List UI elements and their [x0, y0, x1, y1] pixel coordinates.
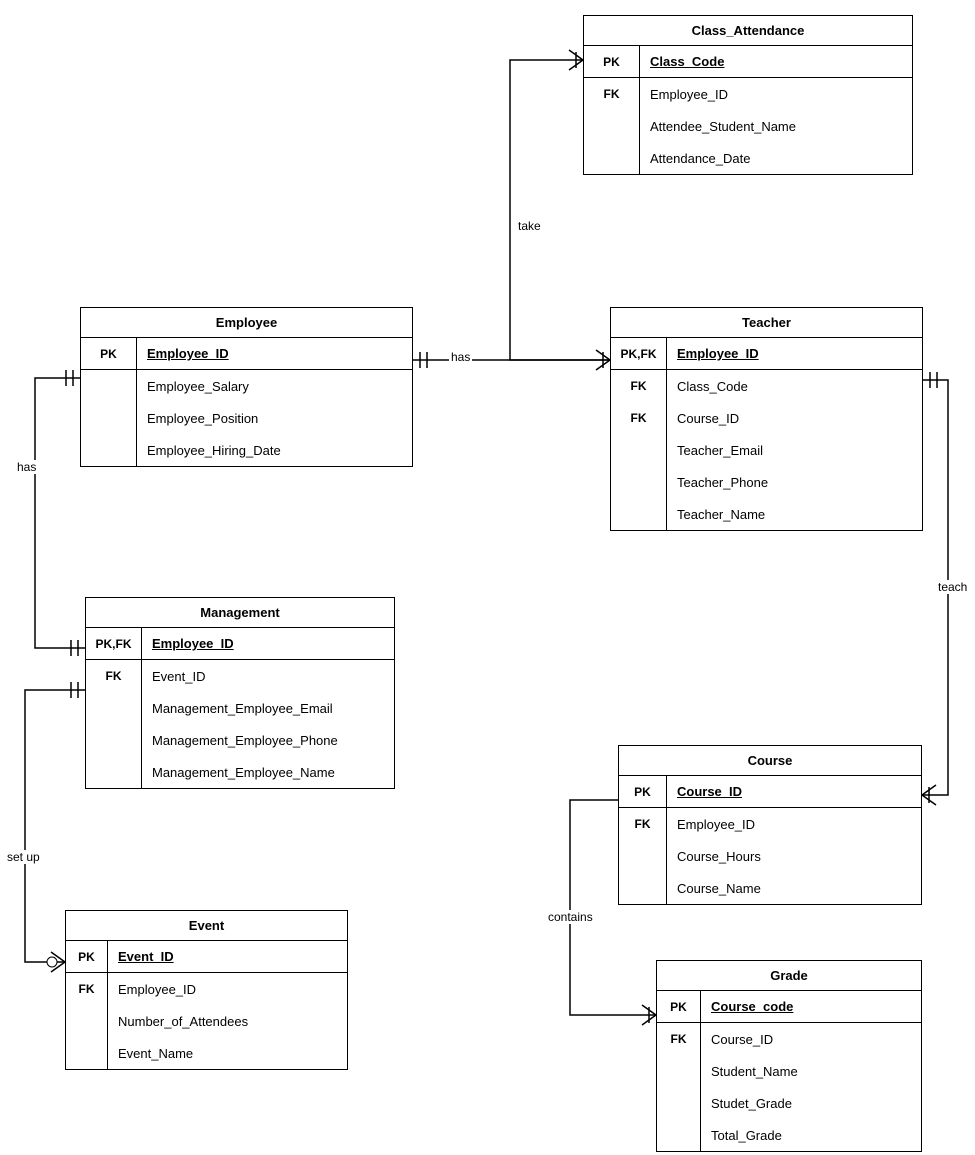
key-cell [81, 402, 136, 434]
attr-cell: Management_Employee_Name [142, 756, 394, 788]
key-cell: FK [619, 808, 666, 840]
attr-cell: Studet_Grade [701, 1087, 921, 1119]
key-cell [584, 110, 639, 142]
key-cell: PK,FK [86, 628, 141, 660]
attr-cell: Student_Name [701, 1055, 921, 1087]
key-cell [619, 840, 666, 872]
attr-cell: Employee_ID [667, 808, 921, 840]
key-cell: PK [584, 46, 639, 78]
entity-title: Teacher [611, 308, 922, 338]
key-cell [66, 1037, 107, 1069]
entity-title: Course [619, 746, 921, 776]
attr-cell: Event_Name [108, 1037, 347, 1069]
key-cell [86, 756, 141, 788]
key-cell: FK [611, 370, 666, 402]
attr-cell: Employee_ID [640, 78, 912, 110]
entity-event: Event PK FK Event_ID Employee_ID Number_… [65, 910, 348, 1070]
key-cell [657, 1087, 700, 1119]
key-cell [611, 498, 666, 530]
attr-cell: Teacher_Name [667, 498, 922, 530]
attr-cell: Employee_ID [108, 973, 347, 1005]
key-cell [619, 872, 666, 904]
attr-cell: Number_of_Attendees [108, 1005, 347, 1037]
entity-teacher: Teacher PK,FK FK FK Employee_ID Class_Co… [610, 307, 923, 531]
key-cell [86, 724, 141, 756]
attr-cell: Management_Employee_Phone [142, 724, 394, 756]
attr-cell: Course_code [701, 991, 921, 1023]
attr-cell: Course_ID [667, 776, 921, 808]
entity-title: Employee [81, 308, 412, 338]
attr-cell: Total_Grade [701, 1119, 921, 1151]
entity-course: Course PK FK Course_ID Employee_ID Cours… [618, 745, 922, 905]
attr-cell: Attendee_Student_Name [640, 110, 912, 142]
attr-cell: Event_ID [108, 941, 347, 973]
key-cell: FK [584, 78, 639, 110]
key-cell [81, 370, 136, 402]
entity-employee: Employee PK Employee_ID Employee_Salary … [80, 307, 413, 467]
attr-cell: Attendance_Date [640, 142, 912, 174]
key-cell [584, 142, 639, 174]
rel-label-contains: contains [546, 910, 595, 924]
attr-cell: Course_Name [667, 872, 921, 904]
key-cell: FK [611, 402, 666, 434]
attr-cell: Class_Code [667, 370, 922, 402]
attr-cell: Employee_Hiring_Date [137, 434, 412, 466]
entity-title: Grade [657, 961, 921, 991]
rel-label-teach: teach [936, 580, 969, 594]
attr-cell: Employee_ID [667, 338, 922, 370]
entity-class-attendance: Class_Attendance PK FK Class_Code Employ… [583, 15, 913, 175]
key-cell [611, 466, 666, 498]
attr-cell: Class_Code [640, 46, 912, 78]
rel-label-setup: set up [5, 850, 42, 864]
key-cell [86, 692, 141, 724]
entity-title: Event [66, 911, 347, 941]
attr-cell: Teacher_Email [667, 434, 922, 466]
entity-grade: Grade PK FK Course_code Course_ID Studen… [656, 960, 922, 1152]
attr-cell: Employee_ID [142, 628, 394, 660]
attr-cell: Course_ID [701, 1023, 921, 1055]
rel-label-has-1: has [449, 350, 472, 364]
attr-cell: Teacher_Phone [667, 466, 922, 498]
key-cell: FK [657, 1023, 700, 1055]
key-cell [81, 434, 136, 466]
attr-cell: Event_ID [142, 660, 394, 692]
key-cell [611, 434, 666, 466]
entity-management: Management PK,FK FK Employee_ID Event_ID… [85, 597, 395, 789]
entity-title: Management [86, 598, 394, 628]
attr-cell: Course_ID [667, 402, 922, 434]
er-diagram: { "chart_data": { "type": "er-diagram", … [0, 0, 975, 1155]
key-cell [657, 1055, 700, 1087]
rel-label-has-2: has [15, 460, 38, 474]
attr-cell: Employee_Position [137, 402, 412, 434]
attr-cell: Employee_ID [137, 338, 412, 370]
attr-cell: Course_Hours [667, 840, 921, 872]
key-cell: FK [86, 660, 141, 692]
entity-title: Class_Attendance [584, 16, 912, 46]
key-cell: PK [66, 941, 107, 973]
attr-cell: Management_Employee_Email [142, 692, 394, 724]
key-cell: PK [619, 776, 666, 808]
key-cell [66, 1005, 107, 1037]
key-cell: PK,FK [611, 338, 666, 370]
key-cell: PK [657, 991, 700, 1023]
rel-label-take: take [516, 219, 543, 233]
attr-cell: Employee_Salary [137, 370, 412, 402]
key-cell [657, 1119, 700, 1151]
key-cell: FK [66, 973, 107, 1005]
key-cell: PK [81, 338, 136, 370]
